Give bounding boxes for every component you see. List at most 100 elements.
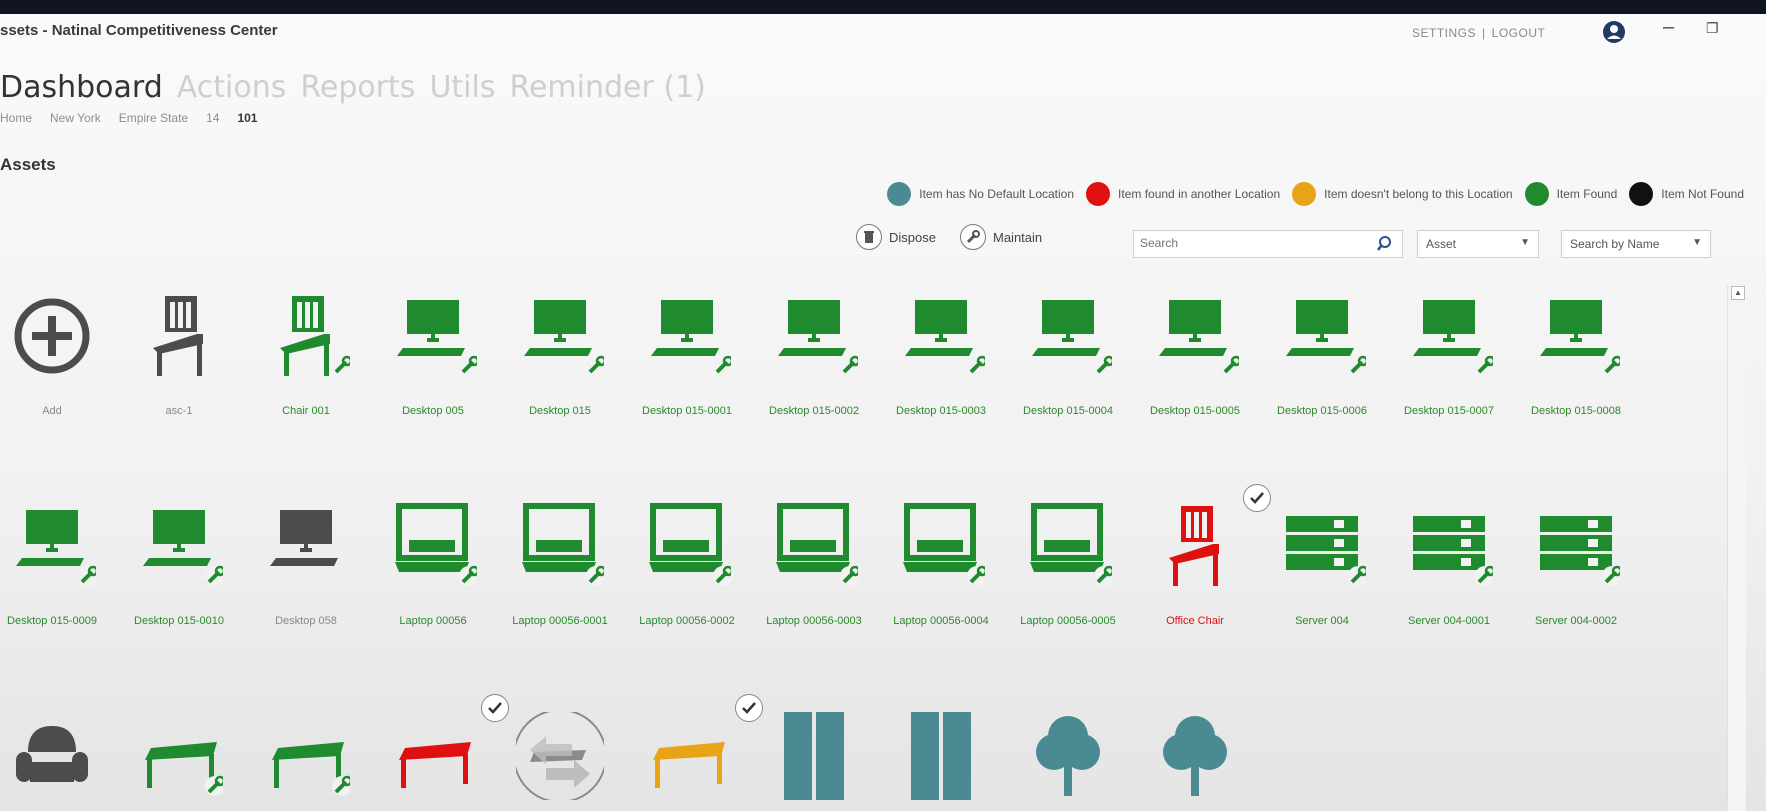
tab-actions[interactable]: Actions	[177, 70, 287, 105]
asset-label: Desktop 015-0010	[134, 615, 224, 627]
asset-tile[interactable]: Server 004-0001	[1389, 484, 1509, 634]
asset-tile[interactable]	[0, 694, 112, 811]
asset-tile[interactable]: Desktop 015-0010	[119, 484, 239, 634]
asset-label: Desktop 015	[529, 405, 591, 417]
asset-tile[interactable]: Laptop 00056-0002	[627, 484, 747, 634]
asset-tile[interactable]: Desktop 058	[246, 484, 366, 634]
asset-tile[interactable]: Office Chair	[1135, 484, 1271, 634]
chair-icon	[280, 296, 350, 376]
chevron-down-icon: ▼	[1692, 237, 1702, 248]
asset-label: Desktop 015-0001	[642, 405, 732, 417]
laptop-icon	[395, 503, 477, 586]
asset-tile[interactable]: Server 004-0002	[1516, 484, 1636, 634]
asset-tile[interactable]: Desktop 015-0002	[754, 274, 874, 424]
dispose-button[interactable]: Dispose	[856, 224, 936, 250]
asset-tile[interactable]: Laptop 00056-0004	[881, 484, 1001, 634]
asset-tile[interactable]	[500, 694, 620, 811]
search-mode-select[interactable]: Search by Name ▼	[1561, 230, 1711, 258]
tab-reports[interactable]: Reports	[300, 70, 415, 105]
tab-reminder[interactable]: Reminder (1)	[509, 70, 705, 105]
asset-tile[interactable]	[246, 694, 366, 811]
asset-tile[interactable]: Desktop 015-0005	[1135, 274, 1255, 424]
asset-tile[interactable]: Laptop 00056	[373, 484, 493, 634]
asset-tile[interactable]: Desktop 015-0007	[1389, 274, 1509, 424]
scroll-up-arrow[interactable]: ▲	[1731, 286, 1745, 300]
asset-tile[interactable]: Server 004	[1262, 484, 1382, 634]
main-nav: Dashboard Actions Reports Utils Reminder (1)	[0, 70, 720, 105]
cabinet-icon	[911, 712, 971, 800]
desktop-icon	[651, 300, 731, 376]
asset-tile[interactable]	[1008, 694, 1128, 811]
table-icon	[399, 742, 471, 788]
breadcrumb-home[interactable]: Home	[0, 111, 32, 125]
server-icon	[1413, 516, 1493, 586]
user-icon[interactable]	[1602, 20, 1626, 44]
asset-tile[interactable]: Desktop 015-0004	[1008, 274, 1128, 424]
asset-tile[interactable]	[627, 694, 763, 811]
armchair-icon	[16, 726, 88, 782]
asset-label: Laptop 00056-0005	[1020, 615, 1116, 627]
asset-label: Desktop 015-0003	[896, 405, 986, 417]
logout-link[interactable]: LOGOUT	[1492, 26, 1546, 40]
desktop-icon	[905, 300, 985, 376]
asset-tile[interactable]	[373, 694, 509, 811]
asset-tile[interactable]	[754, 694, 874, 811]
asset-tile[interactable]: Desktop 015-0009	[0, 484, 112, 634]
asset-label: Laptop 00056-0004	[893, 615, 989, 627]
asset-tile[interactable]: asc-1	[119, 274, 239, 424]
asset-tile[interactable]: Desktop 015-0001	[627, 274, 747, 424]
asset-tile[interactable]: Laptop 00056-0001	[500, 484, 620, 634]
desktop-icon	[1413, 300, 1493, 376]
asset-tile[interactable]: Desktop 015-0003	[881, 274, 1001, 424]
breadcrumb-floor[interactable]: 14	[206, 111, 219, 125]
asset-label: Office Chair	[1166, 615, 1224, 627]
desktop-icon	[1286, 300, 1366, 376]
asset-tile[interactable]: Laptop 00056-0005	[1008, 484, 1128, 634]
settings-link[interactable]: SETTINGS	[1412, 26, 1476, 40]
asset-tile[interactable]: Desktop 015	[500, 274, 620, 424]
asset-tile[interactable]	[881, 694, 1001, 811]
asset-tile[interactable]: Desktop 005	[373, 274, 493, 424]
restore-icon[interactable]: ❐	[1706, 20, 1719, 37]
dispose-label: Dispose	[889, 229, 936, 245]
search-input[interactable]	[1134, 231, 1366, 255]
asset-tile[interactable]: Add	[0, 274, 112, 424]
top-links-separator: |	[1482, 26, 1486, 40]
desktop-icon	[397, 300, 477, 376]
asset-label: Desktop 005	[402, 405, 464, 417]
tab-dashboard[interactable]: Dashboard	[0, 70, 163, 105]
legend-dot-no-default	[887, 182, 912, 206]
breadcrumb-building[interactable]: Empire State	[119, 111, 188, 125]
maintain-button[interactable]: Maintain	[960, 224, 1042, 250]
legend-dot-other-location	[1086, 182, 1111, 206]
vertical-scrollbar[interactable]: ▲	[1727, 286, 1746, 811]
search-mode-value: Search by Name	[1570, 237, 1660, 251]
tree-icon	[1163, 716, 1227, 796]
asset-label: Laptop 00056-0003	[766, 615, 862, 627]
asset-tile[interactable]	[119, 694, 239, 811]
maintain-label: Maintain	[993, 229, 1043, 245]
asset-label: Desktop 058	[275, 615, 337, 627]
asset-label: Desktop 015-0002	[769, 405, 859, 417]
window-title: ssets - Natinal Competitiveness Center	[0, 22, 278, 39]
desktop-icon	[143, 510, 223, 586]
asset-tile[interactable]: Desktop 015-0008	[1516, 274, 1636, 424]
search-box	[1133, 230, 1403, 258]
asset-label: Laptop 00056-0001	[512, 615, 608, 627]
desktop-icon	[270, 510, 338, 566]
breadcrumb: Home New York Empire State 14 101	[0, 111, 275, 125]
search-icon[interactable]	[1376, 234, 1396, 254]
asset-tile[interactable]: Laptop 00056-0003	[754, 484, 874, 634]
asset-tile[interactable]	[1135, 694, 1255, 811]
tab-utils[interactable]: Utils	[429, 70, 495, 105]
asset-tile[interactable]: Desktop 015-0006	[1262, 274, 1382, 424]
asset-label: Laptop 00056	[399, 615, 467, 627]
legend-label: Item Not Found	[1661, 187, 1744, 201]
asset-label: Desktop 015-0007	[1404, 405, 1494, 417]
asset-label: Chair 001	[282, 405, 330, 417]
app-window: ssets - Natinal Competitiveness Center S…	[0, 14, 1766, 811]
asset-tile[interactable]: Chair 001	[246, 274, 366, 424]
asset-type-select[interactable]: Asset ▼	[1417, 230, 1539, 258]
breadcrumb-city[interactable]: New York	[50, 111, 101, 125]
minimize-icon[interactable]: –	[1663, 16, 1674, 39]
